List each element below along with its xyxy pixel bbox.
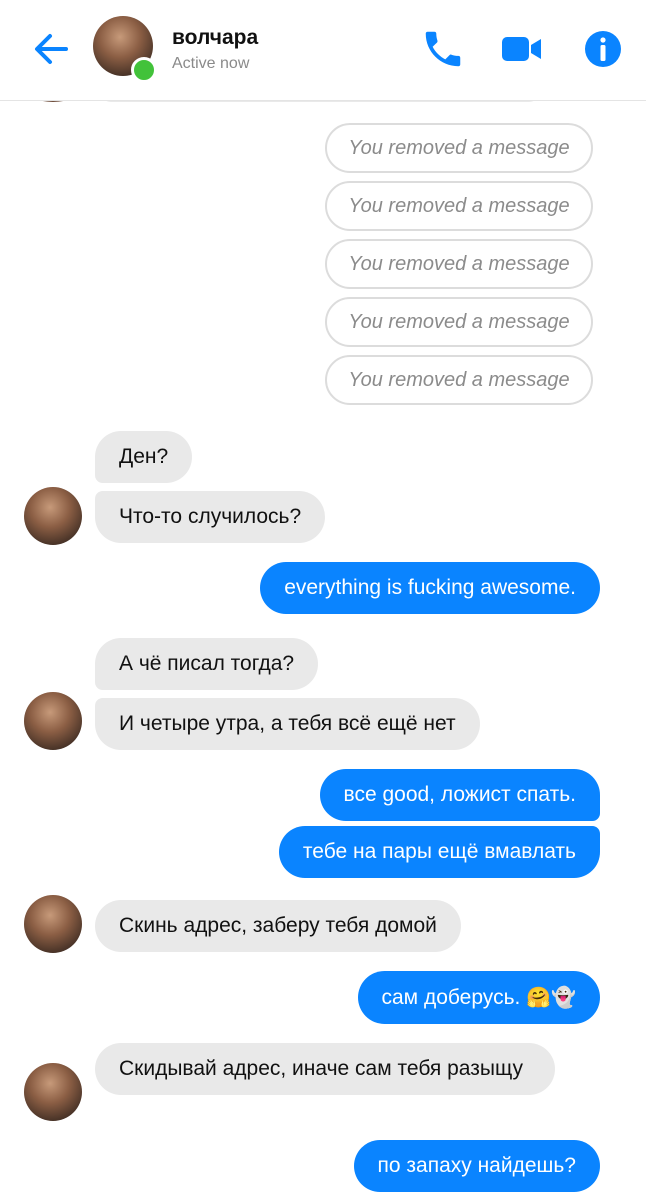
online-status-indicator bbox=[131, 57, 157, 83]
message-text: сам доберусь. bbox=[381, 986, 521, 1009]
contact-avatar[interactable] bbox=[24, 487, 82, 545]
incoming-message-bubble[interactable]: Скинь адрес, заберу тебя домой bbox=[95, 900, 461, 952]
outgoing-message-bubble[interactable]: everything is fucking awesome. bbox=[260, 562, 600, 614]
removed-message: You removed a message bbox=[325, 355, 593, 405]
incoming-message-bubble[interactable]: Ден? bbox=[95, 431, 193, 483]
outgoing-message-bubble[interactable]: тебе на пары ещё вмавлать bbox=[278, 826, 600, 878]
outgoing-message-bubble[interactable]: сам доберусь. 🤗👻 bbox=[357, 971, 600, 1024]
removed-message: You removed a message bbox=[325, 123, 593, 173]
info-icon bbox=[585, 31, 621, 67]
contact-name[interactable]: волчара bbox=[172, 26, 258, 50]
contact-avatar[interactable] bbox=[24, 895, 82, 953]
incoming-message-bubble[interactable]: И четыре утра, а тебя всё ещё нет bbox=[95, 698, 480, 750]
removed-message: You removed a message bbox=[325, 297, 593, 347]
contact-avatar[interactable] bbox=[24, 1063, 82, 1121]
message-thread: You removed a message You removed a mess… bbox=[0, 0, 646, 1200]
removed-message: You removed a message bbox=[325, 239, 593, 289]
outgoing-message-bubble[interactable]: все good, ложист спать. bbox=[319, 769, 600, 821]
back-arrow-icon bbox=[35, 34, 68, 64]
outgoing-message-bubble[interactable]: по запаху найдешь? bbox=[353, 1140, 600, 1192]
removed-message: You removed a message bbox=[325, 181, 593, 231]
voice-call-button[interactable] bbox=[420, 26, 466, 72]
phone-icon bbox=[425, 31, 461, 67]
hug-ghost-emoji-icon: 🤗👻 bbox=[526, 985, 576, 1009]
incoming-message-bubble[interactable]: А чё писал тогда? bbox=[95, 638, 319, 690]
video-camera-icon bbox=[502, 37, 541, 61]
video-call-button[interactable] bbox=[498, 26, 544, 72]
contact-status: Active now bbox=[172, 55, 250, 72]
conversation-info-button[interactable] bbox=[580, 26, 626, 72]
incoming-message-bubble[interactable]: Скидывай адрес, иначе сам тебя разыщу bbox=[95, 1043, 555, 1095]
contact-avatar[interactable] bbox=[24, 692, 82, 750]
conversation-header: волчара Active now bbox=[0, 0, 646, 101]
incoming-message-bubble[interactable]: Что-то случилось? bbox=[95, 491, 326, 543]
back-button[interactable] bbox=[30, 28, 72, 70]
